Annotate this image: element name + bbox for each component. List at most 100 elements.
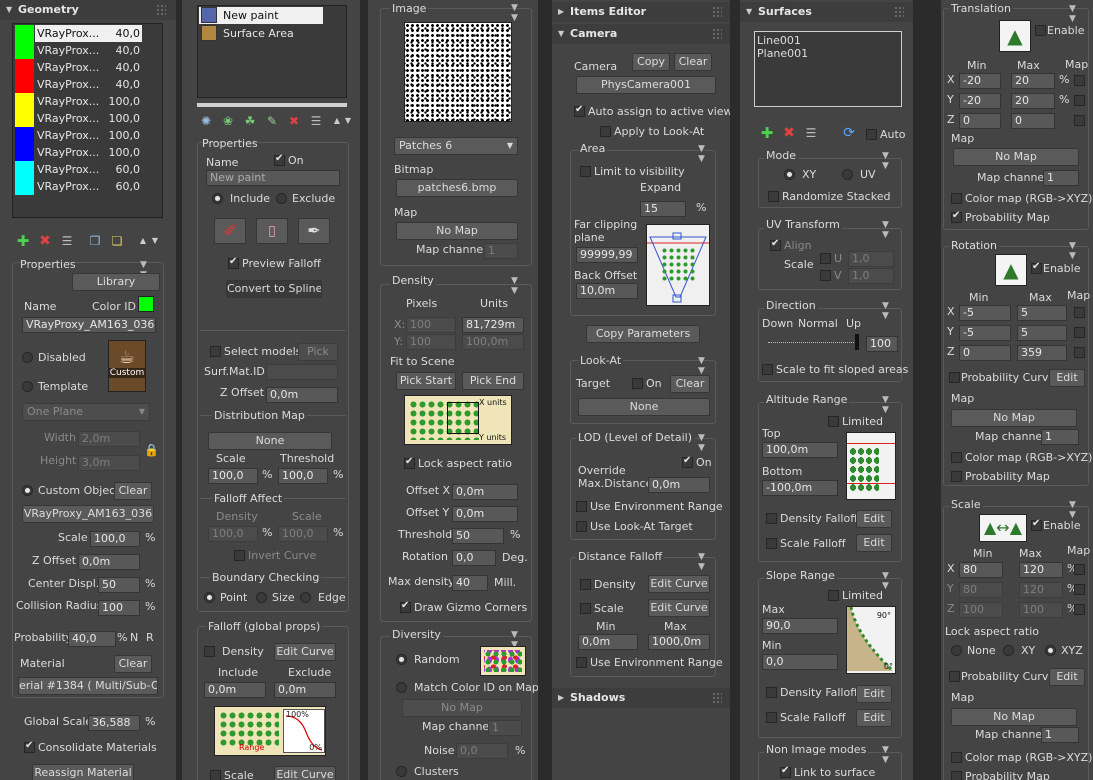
s-xyz-radio[interactable]	[1045, 645, 1056, 656]
u-checkbox[interactable]	[820, 253, 831, 264]
r-prob-map-checkbox[interactable]	[951, 471, 962, 482]
list-item[interactable]: Surface Area	[199, 25, 323, 42]
copy-icon[interactable]: ❐	[86, 232, 104, 250]
t-color-map-checkbox[interactable]	[951, 193, 962, 204]
v-field[interactable]: 1,0	[848, 268, 894, 284]
edge-radio[interactable]	[300, 592, 311, 603]
distribution-map-button[interactable]: None	[208, 432, 332, 450]
t-y-max-field[interactable]: 20	[1011, 93, 1055, 109]
df-scale-edit-button[interactable]: Edit Curve	[648, 599, 710, 617]
r-z-min-field[interactable]: 0	[959, 345, 1011, 361]
r-no-map-button[interactable]: No Map	[951, 409, 1077, 427]
t-x-min-field[interactable]: -20	[959, 73, 1001, 89]
fa-scale-field[interactable]: 100,0	[278, 526, 328, 542]
collapse-icon[interactable]: ▼▼	[698, 433, 705, 453]
add-icon[interactable]: ✚	[14, 232, 32, 250]
refresh-icon[interactable]: ⟳	[840, 124, 858, 142]
lookat-clear-button[interactable]: Clear	[670, 375, 710, 393]
auto-assign-checkbox[interactable]	[574, 104, 585, 117]
pick-start-button[interactable]: Pick Start	[396, 372, 456, 390]
reassign-button[interactable]: Reassign Material	[32, 764, 134, 780]
limit-vis-checkbox[interactable]	[580, 166, 591, 177]
link-surface-checkbox[interactable]	[780, 765, 791, 778]
delete-icon[interactable]: ✖	[780, 124, 798, 142]
custom-object-radio[interactable]	[22, 485, 33, 496]
center-displ-field[interactable]: 50	[98, 577, 140, 593]
scale-field[interactable]: 100,0	[90, 531, 140, 547]
rotation-field[interactable]: 0,0	[452, 550, 496, 566]
s-edit-button[interactable]: Edit	[1049, 668, 1085, 686]
r-y-min-field[interactable]: -5	[959, 325, 1011, 341]
library-button[interactable]: Library	[72, 273, 160, 291]
scale-checkbox[interactable]	[210, 770, 221, 780]
scale-enable-checkbox[interactable]	[1031, 518, 1042, 531]
t-x-max-field[interactable]: 20	[1011, 73, 1055, 89]
rotation-enable-checkbox[interactable]	[1031, 261, 1042, 274]
clear-button[interactable]: Clear	[674, 53, 712, 71]
object-name-field[interactable]: VRayProxy_AM163_036	[22, 317, 156, 333]
no-map-button[interactable]: No Map	[396, 222, 518, 240]
width-field[interactable]: 2,0m	[78, 431, 140, 447]
use-lookat-checkbox[interactable]	[576, 521, 587, 532]
alt-scale-edit-button[interactable]: Edit	[856, 534, 892, 552]
s-y-max-field[interactable]: 120	[1019, 582, 1063, 598]
r-prob-curve-checkbox[interactable]	[949, 372, 960, 383]
material-button[interactable]: erial #1384 ( Multi/Sub-Obje	[18, 677, 158, 695]
lookat-none-button[interactable]: None	[578, 398, 710, 416]
grip-icon[interactable]	[156, 4, 166, 16]
s-x-max-field[interactable]: 120	[1019, 562, 1063, 578]
copy-button[interactable]: Copy	[632, 53, 670, 71]
scale-edit-curve-button[interactable]: Edit Curve	[274, 766, 336, 780]
invert-curve-checkbox[interactable]	[234, 550, 245, 561]
geometry-header[interactable]: ▼ Geometry	[0, 0, 176, 20]
copy-params-button[interactable]: Copy Parameters	[586, 325, 700, 343]
r-y-max-field[interactable]: 5	[1017, 325, 1067, 341]
probability-field[interactable]: 40,0	[68, 631, 116, 647]
s-xy-radio[interactable]	[1003, 645, 1014, 656]
max-dist-field[interactable]: 0,0m	[648, 477, 710, 493]
draw-gizmo-checkbox[interactable]	[400, 600, 411, 613]
pixels-x-field[interactable]: 100	[406, 317, 456, 333]
back-offset-field[interactable]: 10,0m	[576, 283, 638, 299]
list-item[interactable]: Line001	[757, 34, 801, 47]
paste-icon[interactable]: ❏	[108, 232, 126, 250]
exclude-field[interactable]: 0,0m	[274, 682, 336, 698]
grip-icon[interactable]	[712, 28, 722, 40]
paint-list[interactable]: New paint Surface Area	[197, 5, 347, 98]
offset-x-field[interactable]: 0,0m	[452, 484, 518, 500]
lock-icon[interactable]: 🔒	[144, 443, 159, 457]
geometry-list[interactable]: VRayProx... 40,0 VRayProx... 40,0 VRayProx..…	[12, 23, 163, 218]
noise-field[interactable]: 0,0	[456, 743, 508, 759]
list-item[interactable]: New paint	[199, 7, 323, 24]
t-y-map-checkbox[interactable]	[1074, 95, 1085, 106]
threshold-field[interactable]: 100,0	[278, 468, 328, 484]
table-row[interactable]: VRayProx... 40,0	[14, 25, 161, 42]
disabled-radio[interactable]	[22, 352, 33, 363]
table-row[interactable]: VRayProx... 60,0	[14, 178, 161, 195]
collapse-icon[interactable]: ▼▼	[882, 301, 889, 321]
custom-thumb[interactable]: ☕ Custom	[108, 340, 146, 392]
pixels-y-field[interactable]: 100	[406, 334, 456, 350]
alt-scale-falloff-checkbox[interactable]	[766, 538, 777, 549]
s-prob-map-checkbox[interactable]	[951, 771, 962, 780]
color-id-swatch[interactable]	[138, 296, 154, 312]
scale-fit-checkbox[interactable]	[762, 364, 773, 375]
brush-icon[interactable]: ✐	[214, 218, 246, 244]
s-none-radio[interactable]	[951, 645, 962, 656]
t-z-map-checkbox[interactable]	[1074, 115, 1085, 126]
collapse-icon[interactable]: ▼▼	[698, 552, 705, 572]
add-list-icon[interactable]: ☰	[307, 112, 325, 130]
s-x-map-checkbox[interactable]	[1074, 564, 1085, 575]
t-x-map-checkbox[interactable]	[1074, 75, 1085, 86]
paint-name-field[interactable]: New paint	[206, 170, 340, 186]
slope-density-edit-button[interactable]: Edit	[856, 685, 892, 703]
material-clear-button[interactable]: Clear	[114, 655, 152, 673]
random-radio[interactable]	[396, 654, 407, 665]
eraser-icon[interactable]: ▯	[256, 218, 288, 244]
table-row[interactable]: VRayProx... 100,0	[14, 144, 161, 161]
select-models-checkbox[interactable]	[210, 346, 221, 357]
alt-density-falloff-checkbox[interactable]	[766, 513, 777, 524]
edit-curve-button[interactable]: Edit Curve	[274, 643, 336, 661]
r-button[interactable]: R	[146, 631, 154, 644]
zoffset-field[interactable]: 0,0m	[78, 554, 140, 570]
